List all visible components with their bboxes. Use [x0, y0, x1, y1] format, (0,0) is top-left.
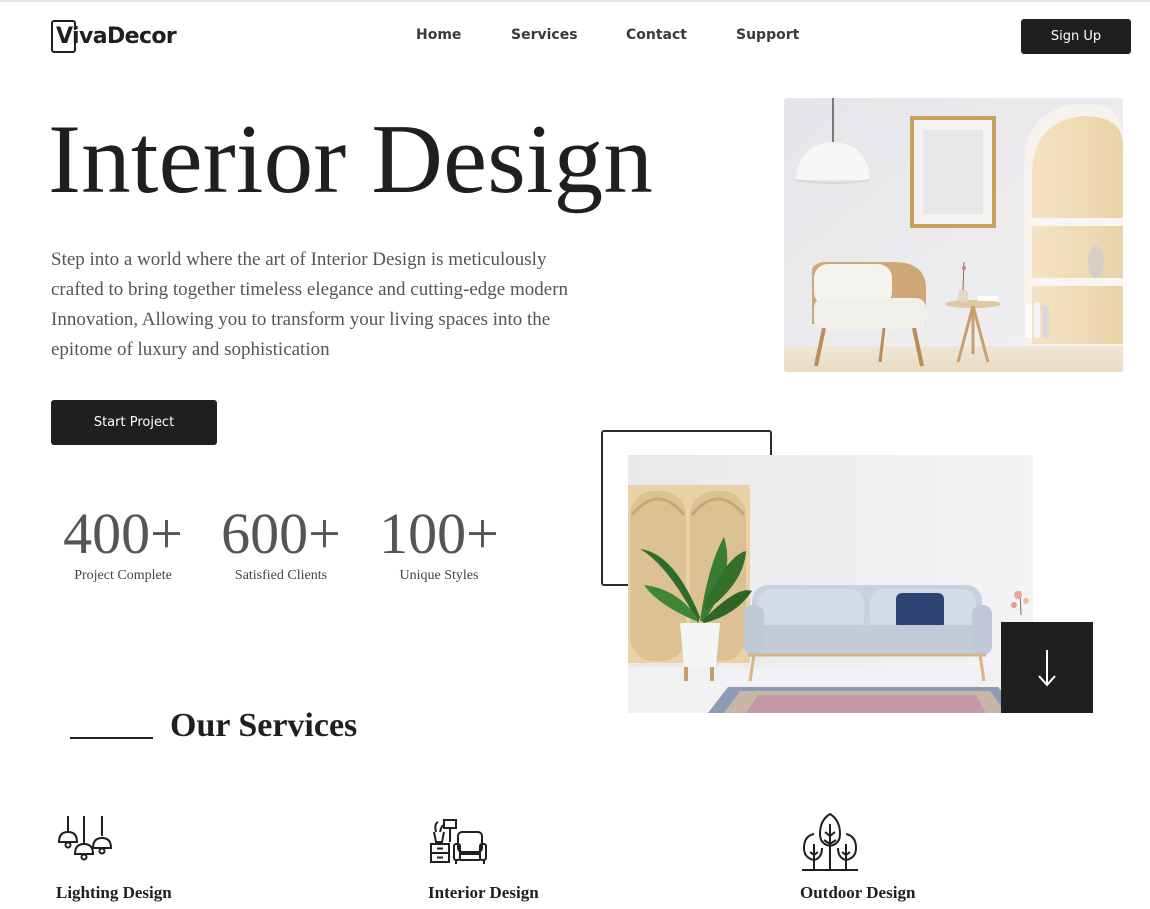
stat-clients: 600+ Satisfied Clients [206, 503, 356, 584]
stat-styles: 100+ Unique Styles [364, 503, 514, 584]
arrow-down-icon [1038, 649, 1056, 687]
stat-value: 600+ [221, 501, 341, 566]
stat-label: Satisfied Clients [234, 568, 328, 583]
stat-value: 400+ [63, 501, 183, 566]
top-border [0, 0, 1150, 2]
nav-support[interactable]: Support [736, 27, 799, 43]
nav-contact[interactable]: Contact [626, 27, 687, 43]
nav-services[interactable]: Services [511, 27, 578, 43]
trees-icon [802, 812, 858, 871]
services-heading: Our Services [170, 707, 358, 744]
stat-label: Unique Styles [399, 568, 479, 583]
stat-value: 100+ [379, 501, 499, 566]
hero-title: Interior Design [48, 105, 654, 214]
service-name: Lighting Design [56, 883, 172, 902]
service-name: Outdoor Design [800, 883, 916, 902]
furniture-icon [430, 819, 487, 864]
stat-projects: 400+ Project Complete [48, 503, 198, 584]
service-name: Interior Design [428, 883, 539, 902]
hero-description: Step into a world where the art of Inter… [51, 249, 569, 360]
start-project-button[interactable]: Start Project [51, 400, 217, 445]
scroll-down-button[interactable] [1001, 622, 1093, 713]
main-nav: Home Services Contact Support [0, 27, 1150, 47]
pendant-lamps-icon [57, 816, 113, 861]
stat-label: Project Complete [74, 568, 172, 583]
hero-image-armchair-room [784, 98, 1123, 372]
sign-up-button[interactable]: Sign Up [1021, 19, 1131, 54]
services-heading-line [70, 737, 153, 739]
hero-image-sofa-room [628, 455, 1033, 713]
nav-home[interactable]: Home [416, 27, 461, 43]
